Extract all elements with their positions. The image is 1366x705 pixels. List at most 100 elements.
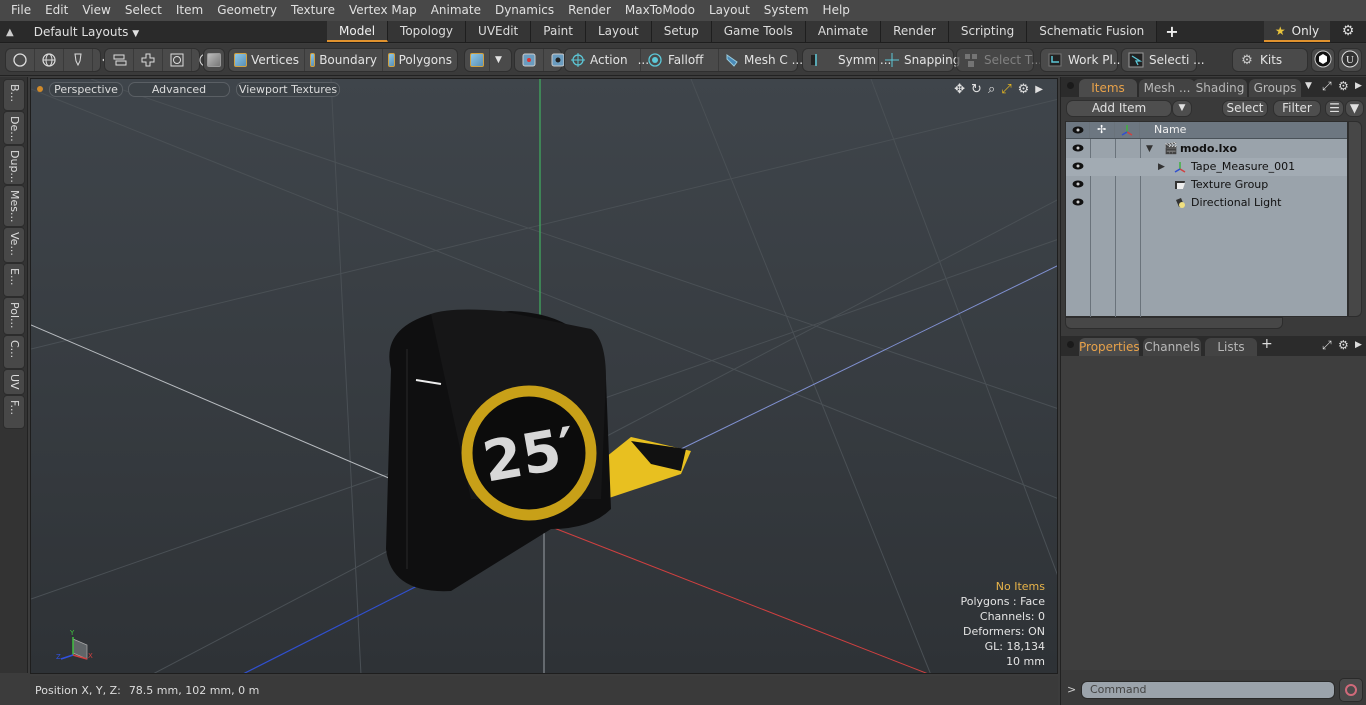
pen-tool-button[interactable] <box>64 49 93 71</box>
menu-file[interactable]: File <box>4 0 38 21</box>
viewport-settings-icon[interactable]: ⚙ <box>1018 82 1030 97</box>
panel-gear-icon[interactable]: ⚙ <box>1338 338 1349 352</box>
tab-render[interactable]: Render <box>881 21 949 42</box>
tab-mesh[interactable]: Mesh ... <box>1139 79 1195 97</box>
only-button[interactable]: ★ Only <box>1264 21 1330 42</box>
list-item-scene[interactable]: ▼ 🎬 modo.lxo <box>1066 140 1347 158</box>
add-tab-button[interactable]: + <box>1157 21 1186 43</box>
palette-tab-uv[interactable]: UV <box>3 369 25 395</box>
tab-groups[interactable]: Groups <box>1249 79 1301 97</box>
material-mode-button[interactable] <box>465 49 490 71</box>
vertices-button[interactable]: Vertices <box>229 49 305 71</box>
perspective-button[interactable]: Perspective <box>49 82 123 97</box>
items-list-hscrollbar[interactable] <box>1065 317 1283 329</box>
menu-animate[interactable]: Animate <box>424 0 488 21</box>
align-tool-button[interactable] <box>105 49 134 71</box>
menu-vertex-map[interactable]: Vertex Map <box>342 0 424 21</box>
menu-texture[interactable]: Texture <box>284 0 342 21</box>
tab-model[interactable]: Model <box>327 21 389 42</box>
eye-icon[interactable] <box>1072 197 1084 207</box>
move-view-icon[interactable]: ✥ <box>954 82 965 97</box>
tab-properties[interactable]: Properties <box>1079 338 1140 356</box>
viewport-menu-dot[interactable] <box>37 86 43 92</box>
tab-scripting[interactable]: Scripting <box>948 21 1028 42</box>
material-dropdown[interactable]: ▼ <box>490 49 507 71</box>
menu-maxtomodo[interactable]: MaxToModo <box>618 0 702 21</box>
tab-channels[interactable]: Channels <box>1143 338 1201 356</box>
kits-button[interactable]: ⚙ Kits <box>1233 49 1287 71</box>
items-list-vscrollbar[interactable] <box>1348 121 1362 317</box>
tab-schematic-fusion[interactable]: Schematic Fusion <box>1027 21 1158 42</box>
menu-system[interactable]: System <box>757 0 816 21</box>
menu-layout[interactable]: Layout <box>702 0 757 21</box>
select-button[interactable]: Select <box>1222 100 1268 117</box>
3d-viewport[interactable]: 25′ Y X Z Perspective Advanced Viewport … <box>30 78 1058 674</box>
menu-view[interactable]: View <box>75 0 117 21</box>
select-through-button[interactable]: Select T... <box>957 49 1047 71</box>
collapse-up-icon[interactable]: ▲ <box>6 27 14 38</box>
record-macro-button[interactable] <box>1339 678 1363 702</box>
frame-tool-button[interactable] <box>163 49 192 71</box>
tabs-dropdown-icon[interactable]: ▼ <box>1305 81 1312 91</box>
menu-help[interactable]: Help <box>816 0 857 21</box>
tab-shading[interactable]: Shading <box>1193 79 1247 97</box>
visibility-column[interactable] <box>1066 122 1090 138</box>
unreal-button[interactable]: U <box>1338 48 1362 72</box>
locator-column[interactable] <box>1115 122 1140 138</box>
funnel-filter-button[interactable]: ▼ <box>1345 100 1364 117</box>
list-item-texture-group[interactable]: Texture Group <box>1066 176 1347 194</box>
viewport-textures-button[interactable]: Viewport Textures <box>236 82 340 97</box>
eye-icon[interactable] <box>1072 161 1084 171</box>
expand-arrow-icon[interactable]: ▶ <box>1035 84 1043 97</box>
circle-tool-button[interactable] <box>6 49 35 71</box>
sphere-tool-button[interactable] <box>35 49 64 71</box>
palette-tab-basic[interactable]: B... <box>3 79 25 111</box>
tab-uvedit[interactable]: UVEdit <box>466 21 532 42</box>
list-item-mesh[interactable]: ▶ Tape_Measure_001 <box>1066 158 1347 176</box>
add-item-button[interactable]: Add Item <box>1066 100 1172 117</box>
list-options-button[interactable]: ☰ <box>1325 100 1344 117</box>
mesh-constraint-button[interactable]: Mesh C ... <box>719 49 803 71</box>
pivot-button[interactable] <box>515 49 544 71</box>
item-mode-button[interactable] <box>204 49 224 71</box>
menu-geometry[interactable]: Geometry <box>210 0 284 21</box>
shading-mode-button[interactable]: Advanced <box>128 82 230 97</box>
menu-item[interactable]: Item <box>169 0 210 21</box>
symmetry-button[interactable]: Symm ... <box>803 49 891 71</box>
palette-tab-curve[interactable]: C... <box>3 335 25 369</box>
work-plane-button[interactable]: Work Pl... <box>1041 49 1129 71</box>
expand-arrow-icon[interactable]: ▶ <box>1158 158 1165 176</box>
falloff-button[interactable]: Falloff <box>641 49 719 71</box>
maximize-panel-icon[interactable]: ⤢ <box>1322 338 1332 353</box>
add-item-dropdown[interactable]: ▼ <box>1172 100 1192 117</box>
panel-menu-dot[interactable] <box>1067 82 1074 89</box>
panel-menu-dot[interactable] <box>1067 341 1074 348</box>
rotate-view-icon[interactable]: ↻ <box>971 82 982 97</box>
panel-expand-icon[interactable]: ▶ <box>1355 81 1362 91</box>
palette-tab-polygon[interactable]: Pol... <box>3 297 25 335</box>
palette-tab-edge[interactable]: E... <box>3 263 25 297</box>
unity-button[interactable] <box>1311 48 1335 72</box>
tab-topology[interactable]: Topology <box>388 21 467 42</box>
command-input[interactable]: Command <box>1081 681 1335 699</box>
boundary-button[interactable]: Boundary <box>305 49 383 71</box>
panel-expand-icon[interactable]: ▶ <box>1355 340 1362 350</box>
eye-icon[interactable] <box>1072 179 1084 189</box>
uv-unwrap-button[interactable] <box>134 49 163 71</box>
gear-icon[interactable]: ⚙ <box>1338 23 1358 41</box>
maximize-view-icon[interactable]: ⤢ <box>1001 82 1011 97</box>
palette-tab-vertex[interactable]: Ve... <box>3 227 25 263</box>
name-column-header[interactable]: Name <box>1154 123 1186 136</box>
snapping-button[interactable]: Snapping <box>879 49 960 71</box>
add-panel-tab-button[interactable]: + <box>1261 336 1273 352</box>
eye-icon[interactable] <box>1072 143 1084 153</box>
zoom-view-icon[interactable]: ⌕ <box>988 82 995 97</box>
polygons-button[interactable]: Polygons <box>383 49 457 71</box>
default-layouts-dropdown[interactable]: Default Layouts ▼ <box>34 25 139 39</box>
palette-tab-deform[interactable]: De... <box>3 111 25 145</box>
palette-tab-fusion[interactable]: F... <box>3 395 25 429</box>
palette-tab-mesh[interactable]: Mes... <box>3 185 25 227</box>
lock-column[interactable]: ✢ <box>1090 122 1115 138</box>
tab-game-tools[interactable]: Game Tools <box>711 21 806 42</box>
tab-items[interactable]: Items <box>1079 79 1137 97</box>
